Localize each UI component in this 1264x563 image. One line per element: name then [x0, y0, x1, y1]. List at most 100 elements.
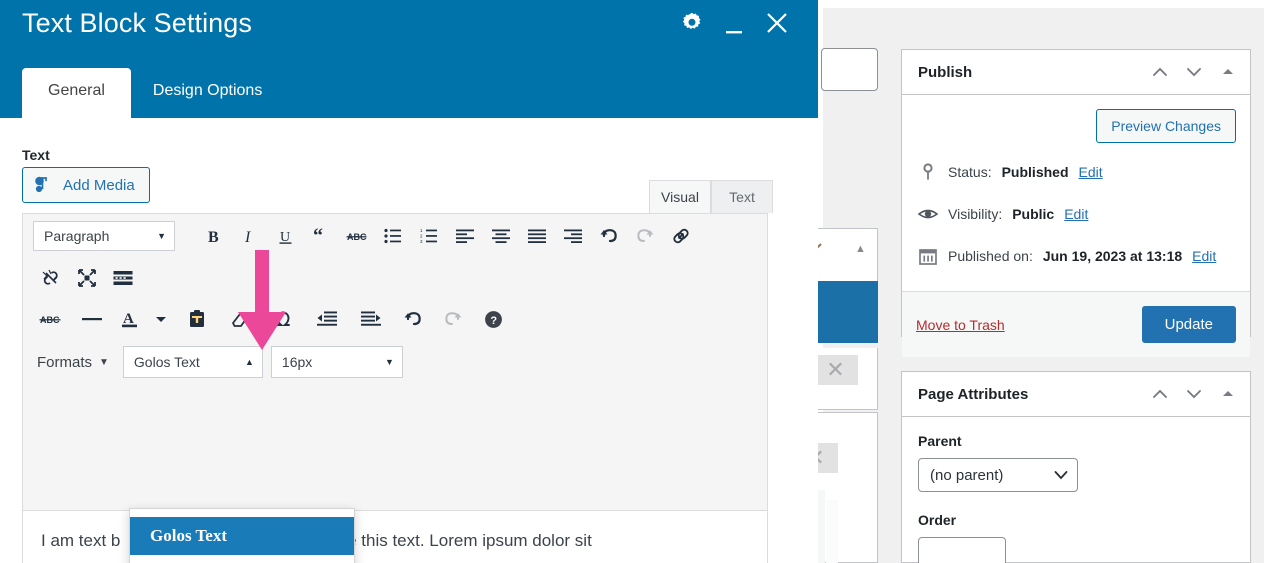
parent-select[interactable]: (no parent)	[918, 458, 1078, 492]
clear-formatting-icon[interactable]	[219, 301, 261, 337]
toolbar-row-4: Formats ▼ Golos Text ▲ 16px ▼	[23, 340, 767, 384]
publish-panel-controls	[1150, 62, 1238, 82]
visibility-edit-link[interactable]: Edit	[1064, 206, 1088, 222]
status-edit-link[interactable]: Edit	[1079, 164, 1103, 180]
tab-visual[interactable]: Visual	[649, 180, 711, 213]
chevron-down-icon: ▼	[99, 356, 109, 368]
strikethrough-icon[interactable]: ABC	[31, 301, 71, 337]
undo-icon[interactable]	[591, 218, 627, 254]
font-option-newsreader[interactable]: Newsreader	[130, 555, 354, 563]
toggle-panel-icon[interactable]	[1218, 384, 1238, 404]
toolbar-toggle-icon[interactable]	[105, 260, 141, 296]
text-field-label: Text	[22, 147, 50, 163]
calendar-icon	[918, 247, 938, 265]
blockquote-icon[interactable]: “	[303, 218, 339, 254]
text-color-icon[interactable]: A	[113, 301, 147, 337]
paste-as-text-icon[interactable]	[175, 301, 219, 337]
media-icon	[34, 176, 54, 194]
update-button[interactable]: Update	[1141, 306, 1236, 343]
svg-text:3: 3	[420, 239, 423, 244]
publish-meta-rows: Status: Published Edit Visibility: Publi…	[902, 143, 1250, 291]
close-icon[interactable]	[764, 10, 790, 36]
font-option-golos-text[interactable]: Golos Text	[130, 517, 354, 555]
numbered-list-icon[interactable]: 123	[411, 218, 447, 254]
font-family-dropdown-menu[interactable]: Golos Text Newsreader Roboto	[129, 508, 355, 563]
horizontal-rule-icon[interactable]	[71, 301, 113, 337]
visibility-value: Public	[1012, 206, 1055, 222]
undo-icon[interactable]	[393, 301, 433, 337]
insert-link-icon[interactable]	[663, 218, 699, 254]
strikethrough-icon[interactable]: ABC	[339, 218, 375, 254]
move-to-trash-link[interactable]: Move to Trash	[916, 317, 1005, 333]
chevron-down-icon: ▼	[157, 231, 166, 241]
background-shade-col-2	[826, 500, 838, 563]
post-title-field[interactable]	[821, 48, 878, 91]
order-input[interactable]	[918, 537, 1006, 563]
background-close-icon-1[interactable]: ✕	[813, 355, 858, 385]
increase-indent-icon[interactable]	[349, 301, 393, 337]
minimize-icon[interactable]	[722, 8, 746, 38]
underline-icon[interactable]: U	[267, 218, 303, 254]
publish-panel: Publish Preview Changes Status: Publishe…	[901, 49, 1251, 357]
keyboard-help-icon[interactable]: ?	[473, 301, 513, 337]
redo-icon[interactable]	[627, 218, 663, 254]
pin-icon	[918, 163, 938, 181]
svg-text:B: B	[208, 229, 219, 246]
tab-text[interactable]: Text	[711, 180, 773, 213]
settings-gear-icon[interactable]	[680, 11, 704, 35]
tab-general[interactable]: General	[22, 68, 131, 118]
modal-body: Text Add Media Visual Text Paragraph ▼ B…	[0, 118, 818, 563]
screen-root: ▲ ✕ ✕ ▲ Text Block Settings	[0, 0, 1264, 563]
align-center-icon[interactable]	[483, 218, 519, 254]
page-attributes-title: Page Attributes	[918, 385, 1029, 403]
italic-icon[interactable]: I	[231, 218, 267, 254]
formats-menu-button[interactable]: Formats ▼	[33, 344, 123, 380]
chevron-down-icon	[1054, 467, 1068, 484]
text-color-dropdown-icon[interactable]	[147, 301, 175, 337]
move-down-icon[interactable]	[1184, 384, 1204, 404]
fullscreen-icon[interactable]	[69, 260, 105, 296]
toolbar-row-2	[23, 258, 767, 298]
toolbar-row-3: ABC A ?	[23, 298, 767, 340]
page-attributes-header: Page Attributes	[902, 372, 1250, 417]
font-family-select[interactable]: Golos Text ▲	[122, 346, 263, 378]
preview-changes-button[interactable]: Preview Changes	[1096, 109, 1236, 143]
bullet-list-icon[interactable]	[375, 218, 411, 254]
text-block-settings-modal: Text Block Settings General Design Optio…	[0, 0, 818, 563]
move-up-icon[interactable]	[1150, 384, 1170, 404]
publish-panel-header: Publish	[902, 50, 1250, 95]
add-media-label: Add Media	[63, 176, 135, 194]
published-on-edit-link[interactable]: Edit	[1192, 248, 1216, 264]
formats-label: Formats	[37, 353, 93, 371]
status-label: Status:	[948, 164, 992, 180]
chevron-up-icon: ▲	[245, 357, 254, 367]
move-up-icon[interactable]	[1150, 62, 1170, 82]
decrease-indent-icon[interactable]	[305, 301, 349, 337]
align-left-icon[interactable]	[447, 218, 483, 254]
align-justify-icon[interactable]	[519, 218, 555, 254]
published-on-label: Published on:	[948, 248, 1033, 264]
bold-icon[interactable]: B	[195, 218, 231, 254]
modal-title: Text Block Settings	[22, 8, 253, 38]
published-on-row: Published on: Jun 19, 2023 at 13:18 Edit	[918, 235, 1234, 277]
font-size-select[interactable]: 16px ▼	[270, 346, 403, 378]
page-attributes-body: Parent (no parent) Order	[902, 417, 1250, 563]
unlink-icon[interactable]	[33, 260, 69, 296]
tab-design-options[interactable]: Design Options	[131, 68, 284, 118]
chevron-down-icon: ▼	[385, 357, 394, 367]
align-right-icon[interactable]	[555, 218, 591, 254]
redo-icon[interactable]	[433, 301, 473, 337]
modal-header: Text Block Settings General Design Optio…	[0, 0, 818, 118]
font-family-value: Golos Text	[133, 354, 200, 370]
special-character-icon[interactable]	[261, 301, 305, 337]
paragraph-format-select[interactable]: Paragraph ▼	[33, 221, 175, 251]
move-down-icon[interactable]	[1184, 62, 1204, 82]
add-media-button[interactable]: Add Media	[22, 167, 150, 203]
body-text-part1: I am text b	[41, 531, 121, 550]
modal-header-controls	[680, 8, 790, 38]
svg-text:1: 1	[420, 228, 423, 233]
toggle-panel-icon[interactable]	[1218, 62, 1238, 82]
editor-view-tabs: Visual Text	[649, 180, 773, 213]
published-on-value: Jun 19, 2023 at 13:18	[1042, 248, 1183, 264]
visibility-label: Visibility:	[948, 206, 1003, 222]
